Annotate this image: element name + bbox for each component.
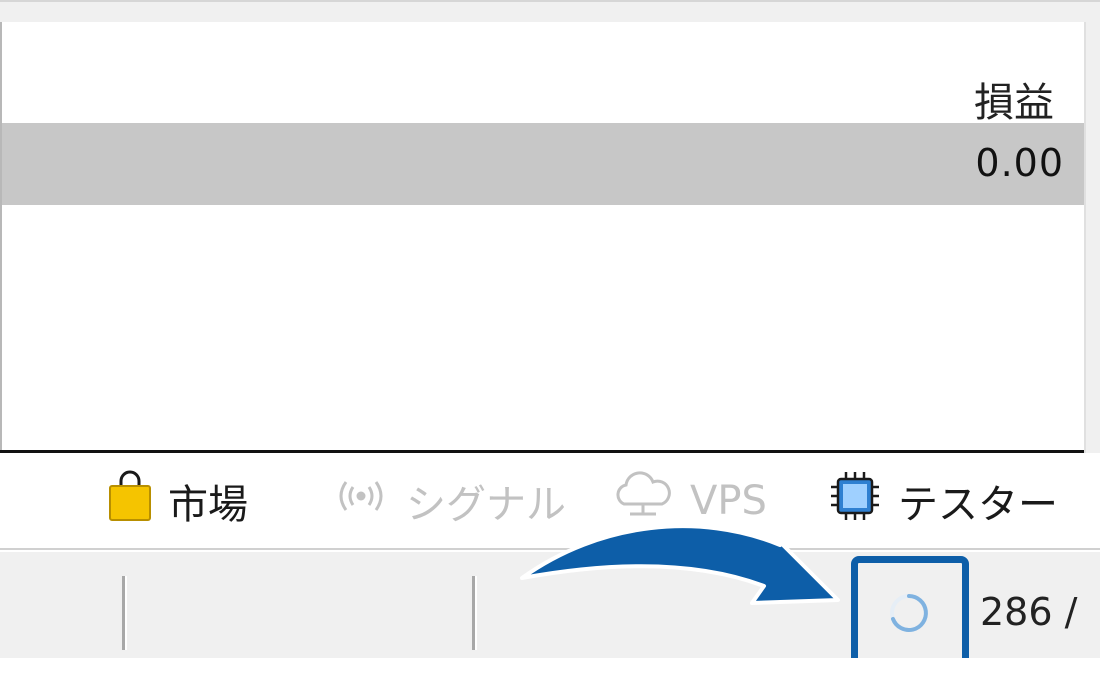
tab-vps[interactable]: VPS — [610, 471, 767, 526]
cloud-icon — [610, 470, 676, 532]
tab-market[interactable]: 市場 — [106, 470, 248, 528]
signal-broadcast-icon — [330, 476, 392, 526]
traffic-status-text: 286 / — [980, 590, 1078, 634]
bottom-margin — [0, 658, 1100, 676]
tab-label-signals: シグナル — [406, 482, 566, 528]
status-separator — [472, 576, 477, 650]
row-profit-value: 0.00 — [975, 141, 1064, 185]
tab-label-market: 市場 — [168, 482, 248, 528]
tab-tester[interactable]: テスター — [826, 472, 1058, 528]
cpu-chip-icon — [826, 470, 884, 532]
scrollbar-track[interactable] — [1084, 22, 1100, 453]
trade-table-pane: 損益 — [0, 22, 1084, 452]
status-separator — [122, 576, 127, 650]
top-strip — [0, 0, 1100, 22]
shopping-bag-icon — [106, 470, 154, 532]
tab-label-tester: テスター — [898, 482, 1058, 528]
table-row-selected[interactable]: 0.00 — [2, 123, 1084, 205]
app-window: 損益 0.00 市場 シグナル VPS テスター 286 / — [0, 0, 1100, 676]
tab-signals[interactable]: シグナル — [330, 476, 566, 528]
column-header-profit[interactable]: 損益 — [974, 70, 1054, 128]
connection-indicator-highlight — [851, 556, 969, 666]
tab-label-vps: VPS — [690, 478, 767, 524]
